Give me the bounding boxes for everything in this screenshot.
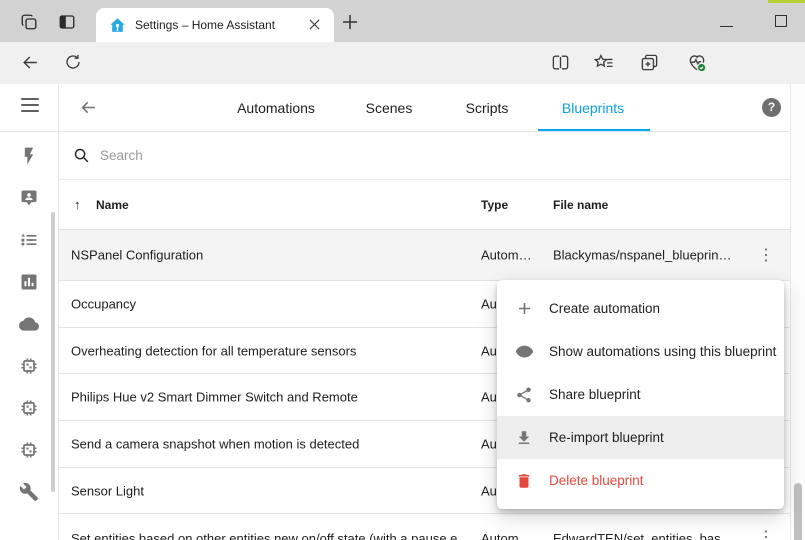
chip-icon[interactable] [19,440,39,460]
home-assistant-favicon [109,17,126,34]
browser-window: Settings – Home Assistant Not secure hom… [0,0,805,540]
tab-blueprints[interactable]: Blueprints [562,84,624,132]
chip-icon[interactable] [19,398,39,418]
tab-strip: Settings – Home Assistant [0,0,805,42]
menu-item-create-automation[interactable]: Create automation [497,287,784,330]
window-minimize-button[interactable] [720,26,733,27]
scrollbar-thumb[interactable] [794,483,802,540]
sidebar-divider [0,131,58,132]
row-type: Autom… [481,248,541,263]
tab-scenes[interactable]: Scenes [366,84,413,132]
download-icon [515,429,535,447]
tab-close-icon[interactable] [309,19,320,30]
table-row[interactable]: NSPanel Configuration Autom… Blackymas/n… [59,230,790,281]
workspaces-icon[interactable] [20,13,38,31]
plus-icon [515,299,535,318]
row-name: Occupancy [71,297,136,312]
menu-item-share-blueprint[interactable]: Share blueprint [497,373,784,416]
eye-icon [515,342,535,361]
row-more-icon[interactable]: ⋮ [758,527,774,540]
search-placeholder: Search [100,132,143,180]
back-icon[interactable] [21,53,40,72]
row-name: Set entities based on other entities new… [71,531,471,540]
sidebar-menu-icon[interactable] [21,98,39,112]
column-file-name[interactable]: File name [553,180,608,230]
table-row[interactable]: Set entities based on other entities new… [59,514,790,540]
back-arrow-icon[interactable] [79,98,98,117]
refresh-icon[interactable] [64,53,82,71]
trash-icon [515,472,535,490]
browser-toolbar: Not secure homeassistant.local:8123/… A [0,42,805,84]
help-icon[interactable]: ? [762,98,781,117]
home-assistant-page: Automations Scenes Scripts Blueprints ? … [0,84,805,540]
search-bar[interactable]: Search [59,132,805,180]
sort-ascending-icon[interactable]: ↑ [74,180,81,230]
menu-item-show-automations[interactable]: Show automations using this blueprint [497,330,784,373]
menu-item-label: Share blueprint [549,387,641,402]
browser-essentials-icon[interactable] [687,53,707,73]
menu-item-label: Create automation [549,301,660,316]
chip-icon[interactable] [19,356,39,376]
share-icon [515,386,535,404]
tab-title: Settings – Home Assistant [135,18,275,32]
browser-tab[interactable]: Settings – Home Assistant [96,8,334,42]
window-maximize-button[interactable] [775,15,787,27]
menu-item-label: Re-import blueprint [549,430,664,445]
table-header: ↑ Name Type File name [59,180,790,230]
collections-icon[interactable] [640,53,659,72]
vertical-tabs-icon[interactable] [58,13,76,31]
ha-header: Automations Scenes Scripts Blueprints ? [59,84,805,132]
favorites-list-icon[interactable] [594,53,614,72]
person-badge-icon[interactable] [19,188,39,208]
blueprint-context-menu: Create automation Show automations using… [497,280,784,509]
column-name[interactable]: Name [96,180,129,230]
search-icon [73,147,90,164]
row-name: Overheating detection for all temperatur… [71,343,356,358]
cloud-icon[interactable] [19,314,39,334]
row-type: Autom… [481,531,541,540]
column-type[interactable]: Type [481,180,508,230]
menu-item-label: Show automations using this blueprint [549,344,776,359]
row-name: NSPanel Configuration [71,248,203,263]
screen-edge-artifact [768,0,805,3]
chart-box-icon[interactable] [19,272,39,292]
new-tab-button[interactable] [343,15,357,29]
row-more-icon[interactable]: ⋮ [758,245,774,265]
menu-item-reimport-blueprint[interactable]: Re-import blueprint [497,416,784,459]
menu-item-delete-blueprint[interactable]: Delete blueprint [497,459,784,502]
lightning-icon[interactable] [19,146,39,166]
tab-automations[interactable]: Automations [237,84,315,132]
row-file: Blackymas/nspanel_blueprin… [553,248,767,263]
ha-sidebar [0,84,59,540]
row-file: EdwardTEN/set_entities_bas… [553,531,767,540]
split-screen-icon[interactable] [551,53,570,72]
list-icon[interactable] [19,230,39,250]
row-name: Philips Hue v2 Smart Dimmer Switch and R… [71,390,358,405]
wrench-icon[interactable] [19,482,39,502]
active-tab-underline [538,129,650,131]
sidebar-scrollbar[interactable] [51,212,55,492]
tab-scripts[interactable]: Scripts [466,84,509,132]
row-name: Send a camera snapshot when motion is de… [71,437,359,452]
menu-item-label: Delete blueprint [549,473,644,488]
page-scrollbar[interactable] [790,84,805,540]
row-name: Sensor Light [71,483,144,498]
